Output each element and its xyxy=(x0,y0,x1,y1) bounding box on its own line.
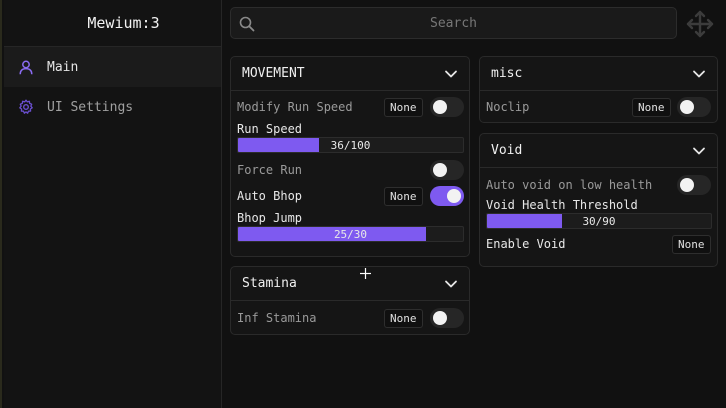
search-icon xyxy=(239,16,255,36)
slider-label: Run Speed xyxy=(237,122,303,136)
slider-value: 25/30 xyxy=(333,227,368,241)
slider-label: Bhop Jump xyxy=(237,211,303,225)
option-label: Enable Void xyxy=(486,237,566,251)
slider-value: 30/90 xyxy=(582,214,616,228)
toggle-knob xyxy=(447,189,461,203)
panel-title: MOVEMENT xyxy=(242,66,305,81)
chevron-down-icon[interactable] xyxy=(692,144,706,158)
slider-label: Void Health Threshold xyxy=(486,198,638,212)
modify-run-speed-row: Modify Run Speed None xyxy=(231,95,469,119)
enable-void-row: Enable Void None xyxy=(480,232,717,256)
app-title: Mewium:3 xyxy=(4,0,221,47)
toggle-knob xyxy=(433,163,447,177)
auto-bhop-row: Auto Bhop None xyxy=(231,184,469,208)
panel-title: Stamina xyxy=(242,276,297,291)
user-icon xyxy=(18,59,34,75)
force-run-toggle[interactable] xyxy=(430,160,464,180)
modify-run-speed-toggle[interactable] xyxy=(430,97,464,117)
panel-title: misc xyxy=(491,66,523,81)
sidebar: Mewium:3 Main UI Settings xyxy=(4,0,222,408)
gear-icon xyxy=(18,99,34,115)
toggle-knob xyxy=(433,100,447,114)
inf-stamina-row: Inf Stamina None xyxy=(231,306,469,330)
chevron-down-icon[interactable] xyxy=(692,67,706,81)
panel-title: Void xyxy=(491,143,523,158)
auto-void-row: Auto void on low health xyxy=(480,173,717,197)
search-bar xyxy=(230,7,677,39)
sidebar-item-ui-settings[interactable]: UI Settings xyxy=(4,87,221,127)
chevron-down-icon[interactable] xyxy=(444,67,458,81)
void-panel-header[interactable]: Void xyxy=(480,134,717,168)
stamina-panel: Stamina Inf Stamina None xyxy=(230,266,470,335)
auto-void-toggle[interactable] xyxy=(677,175,711,195)
app-window: Mewium:3 Main UI Settings MOVEMENT xyxy=(0,0,726,408)
noclip-toggle[interactable] xyxy=(677,97,711,117)
toggle-knob xyxy=(680,178,694,192)
option-label: Auto void on low health xyxy=(486,178,653,192)
sidebar-item-main[interactable]: Main xyxy=(4,47,221,87)
option-label: Inf Stamina xyxy=(237,311,317,325)
keybind-button[interactable]: None xyxy=(384,97,423,117)
option-label: Force Run xyxy=(237,163,303,177)
run-speed-slider[interactable]: 36/100 xyxy=(237,137,464,153)
sidebar-item-label: Main xyxy=(47,59,79,75)
keybind-button[interactable]: None xyxy=(384,186,423,206)
void-health-threshold-slider[interactable]: 30/90 xyxy=(486,213,712,229)
option-label: Modify Run Speed xyxy=(237,100,353,114)
misc-panel-header[interactable]: misc xyxy=(480,57,717,91)
void-panel: Void Auto void on low health Void Health… xyxy=(479,133,718,267)
bhop-jump-slider[interactable]: 25/30 xyxy=(237,226,464,242)
keybind-button[interactable]: None xyxy=(384,308,423,328)
keybind-button[interactable]: None xyxy=(672,234,711,254)
move-icon[interactable] xyxy=(686,10,714,42)
sidebar-item-label: UI Settings xyxy=(47,99,134,115)
toggle-knob xyxy=(433,311,447,325)
slider-value: 36/100 xyxy=(330,138,371,152)
crosshair-cursor-icon xyxy=(360,264,371,279)
stamina-panel-header[interactable]: Stamina xyxy=(231,267,469,301)
movement-panel-header[interactable]: MOVEMENT xyxy=(231,57,469,91)
misc-panel: misc Noclip None xyxy=(479,56,718,123)
option-label: Auto Bhop xyxy=(237,189,303,203)
auto-bhop-toggle[interactable] xyxy=(430,186,464,206)
inf-stamina-toggle[interactable] xyxy=(430,308,464,328)
search-input[interactable] xyxy=(231,8,676,38)
toggle-knob xyxy=(680,100,694,114)
noclip-row: Noclip None xyxy=(480,95,717,119)
chevron-down-icon[interactable] xyxy=(444,277,458,291)
movement-panel: MOVEMENT Modify Run Speed None Run Speed… xyxy=(230,56,470,257)
force-run-row: Force Run xyxy=(231,158,469,182)
keybind-button[interactable]: None xyxy=(632,97,671,117)
option-label: Noclip xyxy=(486,100,530,114)
